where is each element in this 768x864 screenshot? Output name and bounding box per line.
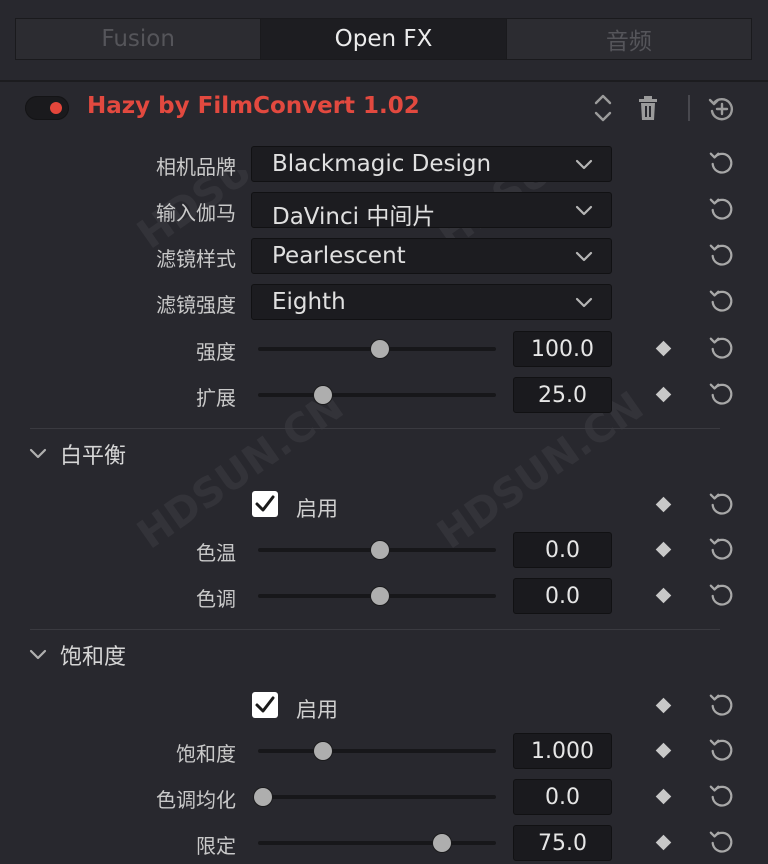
reset-icon[interactable] [708,828,736,856]
strength-label: 强度 [196,340,236,364]
saturation-slider[interactable] [258,741,496,761]
reset-icon[interactable] [708,334,736,362]
filter-strength-value: Eighth [272,289,346,315]
section-divider [30,428,720,429]
checkmark-icon [255,696,275,713]
reset-icon[interactable] [708,241,736,269]
white-balance-enable-checkbox[interactable] [252,491,278,517]
tone-equalize-slider[interactable] [254,787,496,807]
tone-equalize-label: 色调均化 [156,788,236,812]
camera-brand-label: 相机品牌 [156,155,236,179]
reset-icon[interactable] [708,782,736,810]
expand-collapse-icon[interactable] [592,92,614,124]
keyframe-icon[interactable] [655,788,672,805]
chevron-down-icon [575,205,593,216]
white-balance-section-header[interactable]: 白平衡 [28,439,126,469]
tab-fusion[interactable]: Fusion [16,19,262,59]
reset-icon[interactable] [708,380,736,408]
keyframe-icon[interactable] [655,496,672,513]
temperature-input[interactable]: 0.0 [513,532,612,568]
limit-label: 限定 [196,834,236,858]
tab-divider [0,80,768,82]
keyframe-icon[interactable] [655,587,672,604]
tint-input[interactable]: 0.0 [513,578,612,614]
strength-slider[interactable] [258,339,496,359]
slider-track [258,795,496,799]
saturation-label: 饱和度 [176,742,236,766]
tab-audio[interactable]: 音频 [507,19,751,59]
inspector-tabs: Fusion Open FX 音频 [15,18,752,60]
keyframe-icon[interactable] [655,742,672,759]
section-chevron-icon [29,448,47,459]
keyframe-icon[interactable] [655,834,672,851]
filter-style-dropdown[interactable]: Pearlescent [251,238,612,274]
slider-thumb[interactable] [254,788,273,806]
reset-icon[interactable] [708,287,736,315]
reset-icon[interactable] [708,581,736,609]
trash-icon[interactable] [637,95,659,121]
keyframe-icon[interactable] [655,697,672,714]
slider-thumb[interactable] [432,834,451,852]
filter-style-value: Pearlescent [272,243,406,269]
slider-thumb[interactable] [371,340,389,358]
camera-brand-value: Blackmagic Design [272,151,492,177]
chevron-down-icon [575,159,593,170]
chevron-down-icon [575,297,593,308]
keyframe-icon[interactable] [655,340,672,357]
saturation-title: 饱和度 [60,645,127,670]
slider-thumb[interactable] [371,541,389,559]
plugin-title: Hazy by FilmConvert 1.02 [87,93,420,119]
slider-thumb[interactable] [371,587,389,605]
filter-strength-dropdown[interactable]: Eighth [251,284,612,320]
reset-icon[interactable] [708,195,736,223]
slider-thumb[interactable] [313,386,332,404]
plugin-enable-toggle[interactable] [25,96,69,120]
checkmark-icon [255,495,275,512]
tint-slider[interactable] [258,586,496,606]
reset-icon[interactable] [708,149,736,177]
white-balance-enable-label: 启用 [296,497,338,521]
strength-input[interactable]: 100.0 [513,331,612,367]
slider-track [258,749,496,753]
input-gamma-value: DaVinci 中间片 [272,204,436,230]
tab-open-fx[interactable]: Open FX [261,19,507,59]
section-divider [30,629,720,630]
saturation-enable-checkbox[interactable] [252,692,278,718]
svg-text:HDSUN.CN: HDSUN.CN [129,383,352,558]
slider-thumb[interactable] [313,742,332,760]
spread-label: 扩展 [196,386,236,410]
limit-slider[interactable] [258,833,496,853]
header-separator [688,95,690,121]
white-balance-title: 白平衡 [60,444,127,469]
reset-icon[interactable] [708,691,736,719]
spread-input[interactable]: 25.0 [513,377,612,413]
slider-track [258,393,496,397]
filter-style-label: 滤镜样式 [156,247,236,271]
slider-track [258,841,496,845]
keyframe-icon[interactable] [655,541,672,558]
saturation-section-header[interactable]: 饱和度 [28,640,126,670]
reset-icon[interactable] [708,535,736,563]
chevron-down-icon [575,251,593,262]
camera-brand-dropdown[interactable]: Blackmagic Design [251,146,612,182]
reset-icon[interactable] [708,490,736,518]
limit-input[interactable]: 75.0 [513,825,612,861]
openfx-inspector-panel: HDSUN.CN HDSUN.CN HDSUN.CN HDSUN.CN Fusi… [0,0,768,864]
reset-all-icon[interactable] [707,94,737,124]
spread-slider[interactable] [258,385,496,405]
saturation-enable-label: 启用 [296,698,338,722]
keyframe-icon[interactable] [655,386,672,403]
section-chevron-icon [29,649,47,660]
temperature-slider[interactable] [258,540,496,560]
toggle-indicator [50,102,62,114]
tone-equalize-input[interactable]: 0.0 [513,779,612,815]
input-gamma-dropdown[interactable]: DaVinci 中间片 [251,192,612,230]
saturation-input[interactable]: 1.000 [513,733,612,769]
filter-strength-label: 滤镜强度 [156,293,236,317]
tint-label: 色调 [196,587,236,611]
input-gamma-label: 输入伽马 [156,201,236,225]
reset-icon[interactable] [708,736,736,764]
temperature-label: 色温 [196,541,236,565]
